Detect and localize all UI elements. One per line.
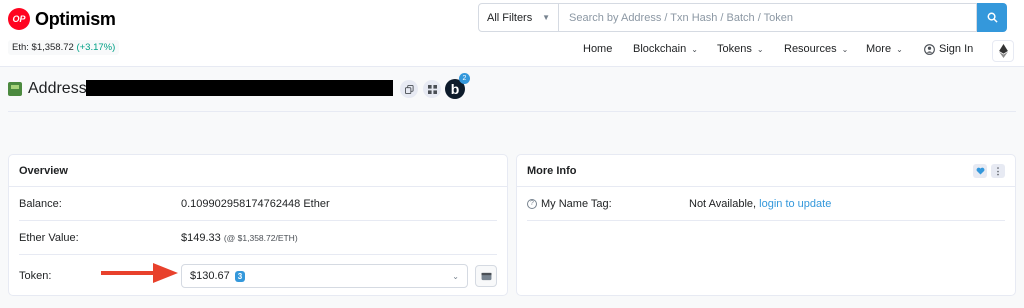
ether-value-amount: $149.33 [181, 231, 221, 244]
nav-resources-label: Resources [784, 43, 837, 55]
address-heading: Address [8, 78, 87, 100]
token-value: $130.67 [190, 270, 230, 282]
logo[interactable]: OP Optimism [8, 8, 116, 30]
network-switch[interactable] [992, 40, 1014, 62]
balance-value: 0.109902958174762448 Ether [181, 197, 330, 210]
site-header: OP Optimism Eth: $1,358.72 (+3.17%) All … [0, 0, 1024, 67]
more-info-title: More Info [517, 155, 1015, 187]
ether-value-label: Ether Value: [19, 231, 79, 244]
search-input[interactable] [559, 3, 977, 32]
nav-home[interactable]: Home [583, 43, 612, 55]
token-view-button[interactable] [475, 265, 497, 287]
ether-value: $149.33 (@ $1,358.72/ETH) [181, 232, 298, 244]
copy-icon [404, 84, 414, 94]
name-tag-label: My Name Tag: [541, 197, 612, 210]
address-avatar-icon [8, 82, 22, 96]
address-redacted [86, 80, 393, 96]
copy-button[interactable] [400, 80, 418, 98]
balance-label: Balance: [19, 197, 62, 210]
ether-value-row: Ether Value: $149.33 (@ $1,358.72/ETH) [19, 221, 497, 255]
token-value-wrap: $130.67 3 [190, 270, 246, 282]
chevron-down-icon: ⌄ [896, 44, 903, 54]
chevron-down-icon: ⌄ [452, 271, 459, 281]
name-tag-label-wrap: ? My Name Tag: [527, 198, 689, 210]
nav-sign-in-label: Sign In [939, 43, 974, 55]
nav-sign-in[interactable]: Sign In [924, 43, 973, 55]
heart-icon [976, 167, 984, 175]
more-info-card: More Info ⋮ ? My Name Tag: Not Available… [516, 154, 1016, 296]
favorite-button[interactable] [973, 164, 987, 178]
ether-value-rate: (@ $1,358.72/ETH) [223, 232, 298, 243]
login-to-update-link[interactable]: login to update [759, 198, 831, 210]
name-tag-row: ? My Name Tag: Not Available, login to u… [527, 187, 1005, 221]
nav-blockchain-label: Blockchain [633, 43, 687, 55]
name-tag-value: Not Available, [689, 197, 757, 210]
blockscan-count-badge: 2 [459, 73, 470, 84]
chevron-down-icon: ▼ [542, 13, 550, 22]
qr-code-button[interactable] [423, 80, 441, 98]
main-nav: Home Blockchain ⌄ Tokens ⌄ Resources ⌄ More… [0, 37, 1024, 63]
filter-label: All Filters [487, 11, 533, 24]
more-options-button[interactable]: ⋮ [991, 164, 1005, 178]
nav-more[interactable]: More ⌄ [866, 43, 903, 55]
logo-badge: OP [8, 8, 30, 30]
search-icon [987, 12, 998, 23]
divider [8, 111, 1016, 112]
nav-tokens[interactable]: Tokens ⌄ [717, 43, 764, 55]
nav-resources[interactable]: Resources ⌄ [784, 43, 848, 55]
chevron-down-icon: ⌄ [691, 44, 698, 54]
more-vertical-icon: ⋮ [993, 165, 1003, 176]
blockscan-letter: b [450, 81, 460, 97]
name-tag-value-wrap: Not Available, login to update [689, 198, 831, 210]
search-button[interactable] [977, 3, 1007, 32]
chevron-down-icon: ⌄ [841, 44, 849, 54]
token-holdings-dropdown[interactable]: $130.67 3 ⌄ [181, 264, 468, 288]
filter-dropdown[interactable]: All Filters ▼ [478, 3, 559, 32]
user-icon [924, 43, 935, 55]
wallet-icon [481, 272, 491, 280]
token-count-badge: 3 [234, 271, 246, 282]
overview-card: Overview Balance: 0.109902958174762448 E… [8, 154, 508, 296]
balance-row: Balance: 0.109902958174762448 Ether [19, 187, 497, 221]
question-icon: ? [527, 198, 537, 209]
overview-title: Overview [9, 155, 507, 187]
chevron-down-icon: ⌄ [756, 44, 764, 54]
nav-tokens-label: Tokens [717, 43, 752, 55]
logo-text: Optimism [35, 8, 116, 29]
qr-code-icon [427, 84, 437, 94]
ethereum-icon [998, 44, 1008, 58]
nav-blockchain[interactable]: Blockchain ⌄ [633, 43, 698, 55]
search-bar: All Filters ▼ [478, 3, 1007, 32]
annotation-arrow-icon [101, 263, 178, 283]
nav-home-label: Home [583, 43, 613, 55]
address-label: Address [28, 80, 87, 97]
nav-more-label: More [866, 43, 892, 55]
